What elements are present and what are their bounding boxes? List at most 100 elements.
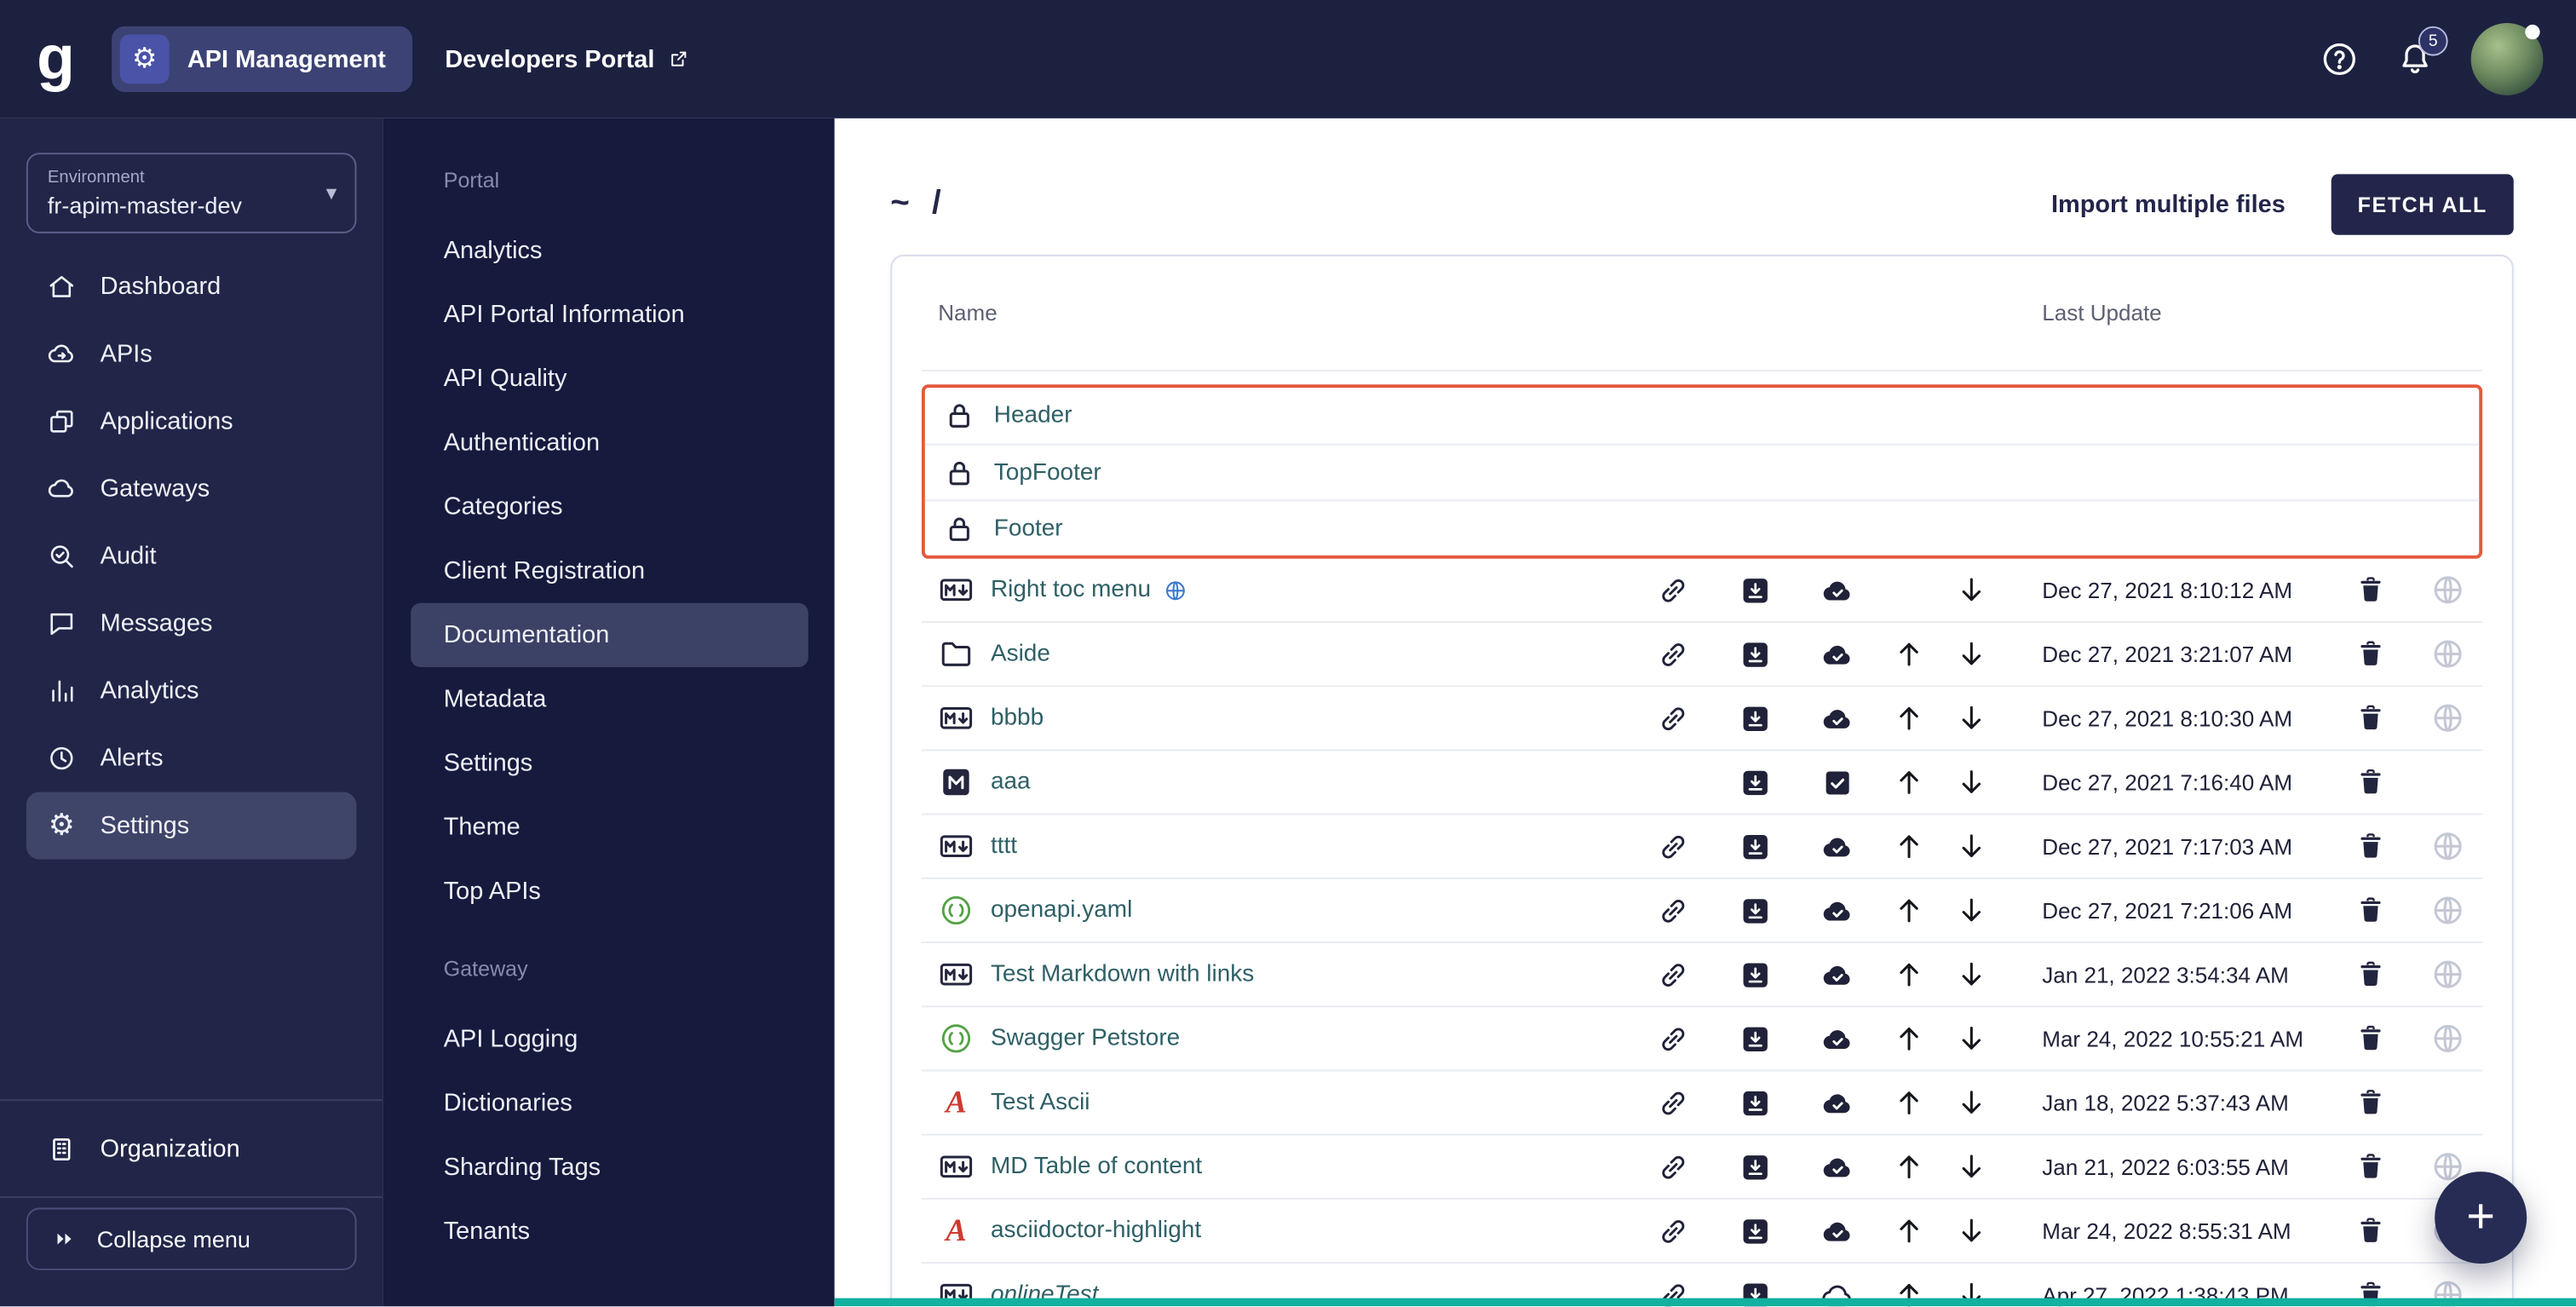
delete-button[interactable]: [2332, 1214, 2411, 1247]
collapse-menu-button[interactable]: Collapse menu: [26, 1208, 357, 1270]
publish-status-button[interactable]: [1796, 893, 1877, 928]
publish-status-button[interactable]: [1796, 1213, 1877, 1248]
table-row[interactable]: bbbbDec 27, 2021 8:10:30 AM: [922, 687, 2482, 751]
move-down-button[interactable]: [1941, 636, 2003, 671]
submenu-item-tenants[interactable]: Tenants: [411, 1200, 808, 1264]
document-link[interactable]: Right toc menu: [991, 577, 1151, 603]
document-link[interactable]: Test Ascii: [991, 1090, 1090, 1116]
move-up-button[interactable]: [1877, 1212, 1940, 1248]
delete-button[interactable]: [2332, 1150, 2411, 1183]
table-row[interactable]: aaaDec 27, 2021 7:16:40 AM: [922, 751, 2482, 815]
publish-status-button[interactable]: [1796, 1149, 1877, 1184]
copy-resource-link-button[interactable]: [1631, 701, 1713, 736]
publish-status-button[interactable]: [1796, 829, 1877, 864]
table-row[interactable]: AsideDec 27, 2021 3:21:07 AM: [922, 623, 2482, 687]
move-down-button[interactable]: [1941, 764, 2003, 800]
move-up-button[interactable]: [1877, 1021, 1940, 1057]
sidebar-item-applications[interactable]: Applications: [26, 388, 357, 455]
copy-resource-link-button[interactable]: [1631, 1213, 1713, 1248]
document-link[interactable]: openapi.yaml: [991, 897, 1132, 924]
sidebar-item-audit[interactable]: Audit: [26, 522, 357, 590]
delete-button[interactable]: [2332, 894, 2411, 927]
sidebar-item-settings[interactable]: ⚙Settings: [26, 792, 357, 860]
move-down-button[interactable]: [1941, 956, 2003, 992]
move-up-button[interactable]: [1877, 1085, 1940, 1120]
sidebar-item-alerts[interactable]: Alerts: [26, 725, 357, 792]
copy-resource-link-button[interactable]: [1631, 957, 1713, 992]
submenu-item-top-apis[interactable]: Top APIs: [411, 860, 808, 924]
copy-resource-link-button[interactable]: [1631, 1022, 1713, 1057]
move-down-button[interactable]: [1941, 828, 2003, 864]
document-link[interactable]: aaa: [991, 769, 1031, 796]
breadcrumb[interactable]: ~ /: [890, 186, 940, 223]
save-page-button[interactable]: [1714, 701, 1796, 736]
table-row[interactable]: Aasciidoctor-highlightMar 24, 2022 8:55:…: [922, 1200, 2482, 1264]
copy-resource-link-button[interactable]: [1631, 829, 1713, 864]
developers-portal-link[interactable]: Developers Portal: [445, 45, 690, 73]
move-up-button[interactable]: [1877, 892, 1940, 928]
delete-button[interactable]: [2332, 573, 2411, 607]
submenu-item-analytics[interactable]: Analytics: [411, 219, 808, 283]
publish-status-button[interactable]: [1796, 1022, 1877, 1057]
submenu-item-settings[interactable]: Settings: [411, 731, 808, 795]
table-row[interactable]: ATest AsciiJan 18, 2022 5:37:43 AM: [922, 1071, 2482, 1135]
document-link[interactable]: Test Markdown with links: [991, 961, 1254, 987]
publish-status-button[interactable]: [1796, 636, 1877, 671]
move-down-button[interactable]: [1941, 572, 2003, 607]
save-page-button[interactable]: [1714, 1022, 1796, 1057]
submenu-item-authentication[interactable]: Authentication: [411, 411, 808, 475]
save-page-button[interactable]: [1714, 893, 1796, 928]
move-down-button[interactable]: [1941, 1021, 2003, 1057]
save-page-button[interactable]: [1714, 1213, 1796, 1248]
sidebar-item-analytics[interactable]: Analytics: [26, 657, 357, 724]
api-management-button[interactable]: ⚙ API Management: [112, 26, 412, 92]
delete-button[interactable]: [2332, 702, 2411, 735]
sidebar-item-dashboard[interactable]: Dashboard: [26, 253, 357, 320]
fetch-all-button[interactable]: FETCH ALL: [2332, 174, 2514, 234]
copy-resource-link-button[interactable]: [1631, 893, 1713, 928]
table-row[interactable]: Swagger PetstoreMar 24, 2022 10:55:21 AM: [922, 1007, 2482, 1071]
copy-resource-link-button[interactable]: [1631, 1149, 1713, 1184]
sidebar-item-apis[interactable]: APIs: [26, 320, 357, 388]
save-page-button[interactable]: [1714, 1085, 1796, 1120]
delete-button[interactable]: [2332, 1086, 2411, 1120]
environment-select[interactable]: Environment fr-apim-master-dev ▾: [26, 153, 357, 233]
document-link[interactable]: tttt: [991, 833, 1017, 860]
table-row[interactable]: Right toc menuDec 27, 2021 8:10:12 AM: [922, 559, 2482, 623]
document-link[interactable]: asciidoctor-highlight: [991, 1218, 1201, 1244]
save-page-button[interactable]: [1714, 636, 1796, 671]
submenu-item-sharding-tags[interactable]: Sharding Tags: [411, 1136, 808, 1200]
move-down-button[interactable]: [1941, 892, 2003, 928]
delete-button[interactable]: [2332, 766, 2411, 799]
avatar[interactable]: [2471, 23, 2544, 95]
submenu-item-api-logging[interactable]: API Logging: [411, 1007, 808, 1071]
document-link[interactable]: Aside: [991, 641, 1050, 667]
copy-resource-link-button[interactable]: [1631, 573, 1713, 607]
add-page-button[interactable]: +: [2435, 1172, 2527, 1264]
save-page-button[interactable]: [1714, 765, 1796, 800]
move-down-button[interactable]: [1941, 700, 2003, 736]
save-page-button[interactable]: [1714, 1149, 1796, 1184]
copy-resource-link-button[interactable]: [1631, 1085, 1713, 1120]
table-row[interactable]: ttttDec 27, 2021 7:17:03 AM: [922, 815, 2482, 879]
move-up-button[interactable]: [1877, 636, 1940, 671]
table-row[interactable]: Test Markdown with linksJan 21, 2022 3:5…: [922, 943, 2482, 1007]
sidebar-item-messages[interactable]: Messages: [26, 590, 357, 657]
publish-status-button[interactable]: [1796, 573, 1877, 607]
publish-status-button[interactable]: [1796, 765, 1877, 800]
sidebar-item-gateways[interactable]: Gateways: [26, 455, 357, 522]
save-page-button[interactable]: [1714, 829, 1796, 864]
document-link[interactable]: Swagger Petstore: [991, 1025, 1180, 1051]
submenu-item-api-portal-information[interactable]: API Portal Information: [411, 283, 808, 347]
submenu-item-categories[interactable]: Categories: [411, 475, 808, 538]
move-up-button[interactable]: [1877, 700, 1940, 736]
import-multiple-files-link[interactable]: Import multiple files: [2051, 191, 2286, 219]
submenu-item-api-quality[interactable]: API Quality: [411, 347, 808, 411]
move-down-button[interactable]: [1941, 1149, 2003, 1184]
move-down-button[interactable]: [1941, 1212, 2003, 1248]
submenu-item-theme[interactable]: Theme: [411, 795, 808, 859]
move-up-button[interactable]: [1877, 1149, 1940, 1184]
move-up-button[interactable]: [1877, 764, 1940, 800]
document-link[interactable]: bbbb: [991, 705, 1044, 731]
submenu-item-documentation[interactable]: Documentation: [411, 603, 808, 667]
